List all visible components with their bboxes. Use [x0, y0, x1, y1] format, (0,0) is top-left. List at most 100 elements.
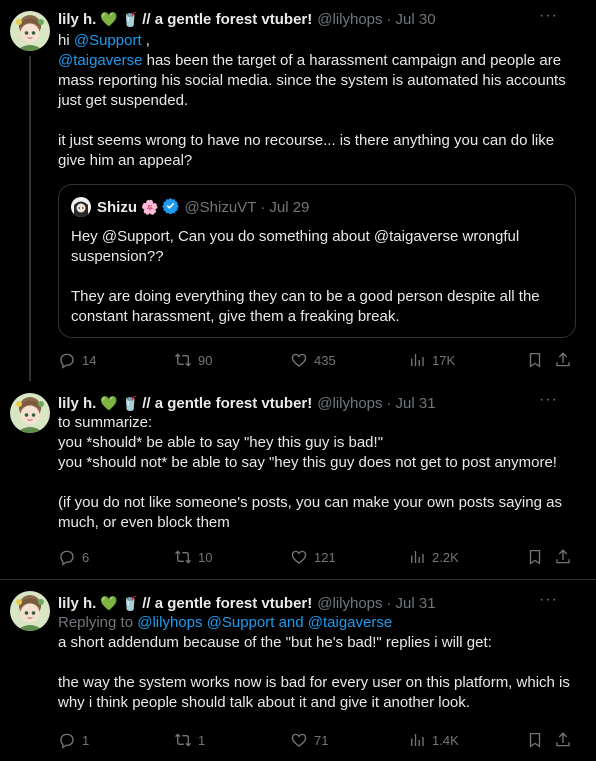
views-button[interactable]: 1.4K: [408, 731, 459, 749]
tweet-header: lily h. 💚 🥤 // a gentle forest vtuber! @…: [58, 9, 580, 29]
tweet-date[interactable]: Jul 31: [396, 595, 436, 612]
more-icon[interactable]: ···: [539, 391, 558, 409]
display-name[interactable]: lily h.: [58, 11, 96, 28]
retweet-button[interactable]: 1: [174, 731, 205, 749]
reply-button[interactable]: 6: [58, 548, 89, 566]
views-icon: [408, 731, 426, 749]
like-button[interactable]: 121: [290, 548, 336, 566]
verified-icon: [162, 197, 180, 218]
bookmark-button[interactable]: [526, 731, 544, 749]
bookmark-icon: [526, 548, 544, 566]
reply-count: 1: [82, 732, 90, 748]
bookmark-icon: [526, 351, 544, 369]
drink-emoji: 🥤: [121, 11, 140, 27]
share-icon: [554, 731, 572, 749]
replying-to-label: Replying to: [58, 614, 138, 631]
reply-icon: [58, 731, 76, 749]
share-button[interactable]: [554, 731, 572, 749]
tweet-2[interactable]: lily h. 💚 🥤 // a gentle forest vtuber! @…: [0, 385, 596, 579]
drink-emoji: 🥤: [121, 595, 140, 611]
quoted-tweet-text: Hey @Support, Can you do something about…: [71, 228, 540, 325]
bookmark-button[interactable]: [526, 548, 544, 566]
share-icon: [554, 548, 572, 566]
retweet-count: 10: [198, 549, 213, 565]
view-count: 17K: [432, 352, 456, 368]
mention-link[interactable]: @taigaverse: [58, 52, 142, 69]
tweet-date[interactable]: Jul 31: [396, 395, 436, 412]
like-count: 71: [314, 732, 329, 748]
retweet-button[interactable]: 10: [174, 548, 212, 566]
like-icon: [290, 351, 308, 369]
retweet-icon: [174, 351, 192, 369]
reply-count: 6: [82, 549, 90, 565]
separator-dot: ·: [386, 10, 392, 28]
display-name-suffix[interactable]: // a gentle forest vtuber!: [142, 395, 312, 412]
share-icon: [554, 351, 572, 369]
reply-button[interactable]: 1: [58, 731, 89, 749]
replying-to: Replying to @lilyhops @Support and @taig…: [58, 613, 580, 633]
drink-emoji: 🥤: [121, 395, 140, 411]
display-name-suffix[interactable]: // a gentle forest vtuber!: [142, 595, 312, 612]
greeting-text: hi: [58, 32, 74, 49]
views-button[interactable]: 17K: [408, 351, 455, 369]
user-handle[interactable]: @lilyhops: [317, 11, 382, 28]
like-button[interactable]: 435: [290, 351, 336, 369]
avatar[interactable]: [10, 591, 50, 631]
tweet-3[interactable]: lily h. 💚 🥤 // a gentle forest vtuber! @…: [0, 580, 596, 761]
reply-count: 14: [82, 352, 97, 368]
retweet-count: 1: [198, 732, 206, 748]
tweet-1[interactable]: lily h. 💚 🥤 // a gentle forest vtuber! @…: [0, 0, 596, 385]
user-handle[interactable]: @lilyhops: [317, 595, 382, 612]
reply-icon: [58, 548, 76, 566]
tweet-date[interactable]: Jul 30: [396, 11, 436, 28]
more-icon[interactable]: ···: [539, 591, 558, 609]
display-name-suffix[interactable]: // a gentle forest vtuber!: [142, 11, 312, 28]
like-icon: [290, 731, 308, 749]
green-heart-emoji: 💚: [100, 395, 118, 411]
view-count: 2.2K: [432, 549, 459, 565]
quoted-date: Jul 29: [269, 198, 310, 216]
green-heart-emoji: 💚: [100, 11, 118, 27]
user-handle[interactable]: @lilyhops: [317, 395, 382, 412]
avatar[interactable]: [10, 393, 50, 433]
display-name[interactable]: lily h.: [58, 595, 96, 612]
bookmark-icon: [526, 731, 544, 749]
quoted-tweet[interactable]: Shizu 🌸 @ShizuVT · Jul 29 Hey @Support, …: [58, 184, 576, 338]
share-button[interactable]: [554, 548, 572, 566]
quoted-avatar: [71, 197, 91, 217]
views-button[interactable]: 2.2K: [408, 548, 459, 566]
retweet-icon: [174, 731, 192, 749]
mention-link[interactable]: @Support: [74, 32, 142, 49]
quoted-display-name: Shizu: [97, 198, 137, 216]
retweet-count: 90: [198, 352, 213, 368]
replying-to-mentions[interactable]: @lilyhops @Support and @taigaverse: [137, 614, 392, 631]
share-button[interactable]: [554, 351, 572, 369]
like-button[interactable]: 71: [290, 731, 328, 749]
more-icon[interactable]: ···: [539, 7, 558, 25]
view-count: 1.4K: [432, 732, 459, 748]
like-count: 121: [314, 549, 336, 565]
avatar[interactable]: [10, 11, 50, 51]
quoted-tweet-header: Shizu 🌸 @ShizuVT · Jul 29: [71, 197, 563, 217]
thread-line: [29, 56, 31, 381]
tweet-header: lily h. 💚 🥤 // a gentle forest vtuber! @…: [58, 593, 580, 613]
green-heart-emoji: 💚: [100, 595, 118, 611]
bookmark-button[interactable]: [526, 351, 544, 369]
reply-button[interactable]: 14: [58, 351, 96, 369]
display-name[interactable]: lily h.: [58, 395, 96, 412]
greeting-suffix: ,: [141, 32, 150, 49]
retweet-button[interactable]: 90: [174, 351, 212, 369]
body-text: has been the target of a harassment camp…: [58, 52, 566, 169]
separator-dot: ·: [386, 394, 392, 412]
separator-dot: ·: [386, 594, 392, 612]
tweet-text: to summarize: you *should* be able to sa…: [58, 414, 562, 531]
action-bar: 6 10 121 2.2K: [58, 547, 578, 567]
like-icon: [290, 548, 308, 566]
views-icon: [408, 351, 426, 369]
quoted-handle: @ShizuVT: [184, 198, 257, 216]
views-icon: [408, 548, 426, 566]
like-count: 435: [314, 352, 336, 368]
retweet-icon: [174, 548, 192, 566]
tweet-header: lily h. 💚 🥤 // a gentle forest vtuber! @…: [58, 393, 580, 413]
action-bar: 1 1 71 1.4K: [58, 730, 578, 750]
